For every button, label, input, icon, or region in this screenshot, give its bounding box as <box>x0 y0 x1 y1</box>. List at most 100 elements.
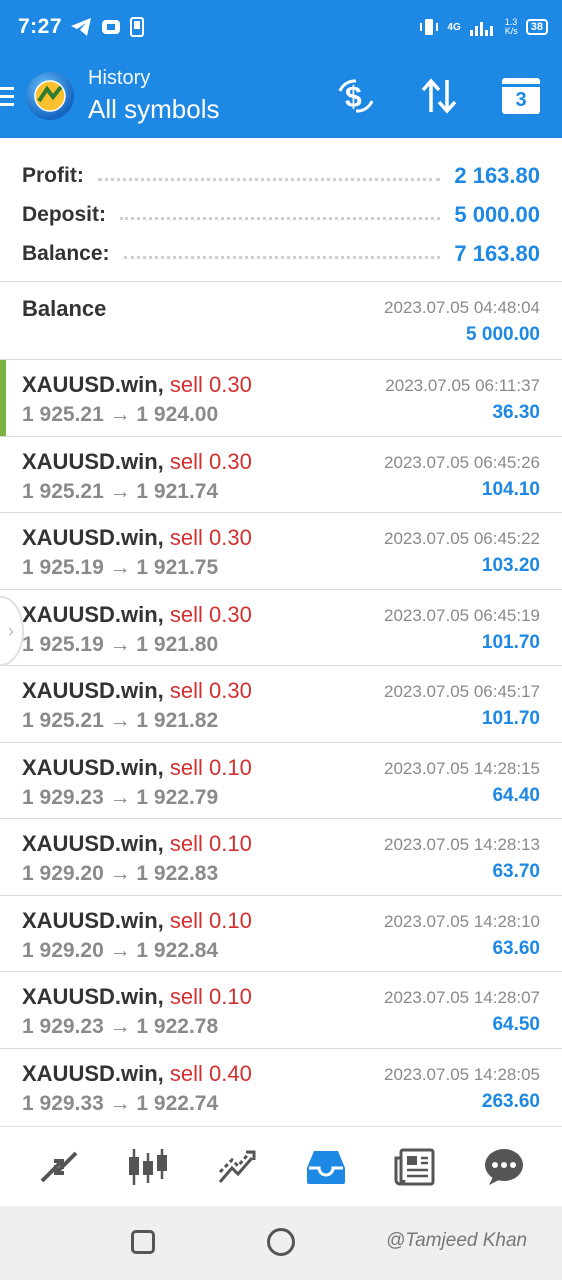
deposit-label: Deposit: <box>22 202 106 226</box>
selected-marker <box>0 360 6 436</box>
news-icon <box>394 1148 434 1185</box>
home-button[interactable] <box>267 1228 295 1256</box>
trade-date: 2023.07.05 14:28:15 <box>384 758 540 778</box>
trade-row[interactable]: XAUUSD.win, sell 0.10 1 929.23 → 1 922.7… <box>0 972 562 1049</box>
trade-date: 2023.07.05 06:45:17 <box>384 682 540 701</box>
balance-label: Balance: <box>22 241 110 265</box>
trade-date: 2023.07.05 14:28:10 <box>384 911 540 931</box>
header-titles: History All symbols <box>88 67 219 125</box>
trade-row[interactable]: XAUUSD.win, sell 0.30 1 925.21 → 1 924.0… <box>0 360 562 437</box>
trade-date: 2023.07.05 06:45:22 <box>384 529 540 548</box>
trade-side: sell 0.30 <box>169 448 252 474</box>
balance-entry-amount: 5 000.00 <box>466 324 540 345</box>
nav-trade[interactable] <box>207 1137 267 1197</box>
nav-quotes[interactable] <box>29 1137 89 1197</box>
trade-prices: 1 929.33 → 1 922.74 <box>22 1091 219 1115</box>
trade-row[interactable]: XAUUSD.win, sell 0.30 1 925.19 → 1 921.8… <box>0 590 562 666</box>
chevron-right-icon: › <box>8 620 14 641</box>
status-bar: 7:27 4G 1.3 K/s 38 <box>0 0 562 54</box>
balance-dots <box>123 256 441 259</box>
trade-prices: 1 929.23 → 1 922.78 <box>22 1015 219 1038</box>
trade-symbol: XAUUSD.win, <box>22 754 164 780</box>
trade-side: sell 0.10 <box>169 831 252 856</box>
history-list: Balance 2023.07.05 04:48:04 5 000.00 XAU… <box>0 282 562 1125</box>
trade-row[interactable]: XAUUSD.win, sell 0.30 1 925.21 → 1 921.7… <box>0 437 562 513</box>
trade-symbol: XAUUSD.win, <box>22 601 164 627</box>
trade-date: 2023.07.05 14:28:13 <box>384 835 540 854</box>
metatrader-logo-icon <box>34 80 66 112</box>
recents-button[interactable] <box>131 1230 155 1254</box>
battery-indicator: 38 <box>525 19 548 35</box>
trade-side: sell 0.30 <box>169 678 252 703</box>
nav-chart[interactable] <box>118 1137 178 1197</box>
telegram-icon <box>71 18 92 36</box>
trade-row[interactable]: XAUUSD.win, sell 0.10 1 929.20 → 1 922.8… <box>0 819 562 896</box>
status-time: 7:27 <box>18 15 63 38</box>
trade-symbol: XAUUSD.win, <box>22 831 164 856</box>
trade-profit: 103.20 <box>481 555 540 576</box>
trade-date: 2023.07.05 06:45:19 <box>384 605 540 625</box>
trade-row[interactable]: XAUUSD.win, sell 0.10 1 929.23 → 1 922.7… <box>0 743 562 819</box>
status-left-icons <box>70 17 145 37</box>
menu-icon[interactable] <box>0 86 16 106</box>
network-type: 4G <box>447 21 461 33</box>
trade-symbol: XAUUSD.win, <box>22 1060 164 1086</box>
calendar-day: 3 <box>515 89 527 111</box>
header-subtitle: History <box>88 67 151 89</box>
chart-icon <box>128 1148 167 1185</box>
header-title[interactable]: All symbols <box>88 94 219 125</box>
profit-dots <box>97 178 441 181</box>
trade-symbol: XAUUSD.win, <box>22 678 164 703</box>
app-notification-icon <box>102 20 121 34</box>
nav-history[interactable] <box>296 1137 356 1197</box>
balance-entry[interactable]: Balance 2023.07.05 04:48:04 5 000.00 <box>0 282 562 360</box>
trade-symbol: XAUUSD.win, <box>22 448 164 474</box>
account-summary: Profit: 2 163.80 Deposit: 5 000.00 Balan… <box>0 138 562 282</box>
app-logo <box>26 72 74 120</box>
trade-side: sell 0.10 <box>169 754 252 780</box>
trade-side: sell 0.10 <box>169 984 252 1009</box>
trade-row[interactable]: XAUUSD.win, sell 0.30 1 925.21 → 1 921.8… <box>0 666 562 743</box>
trade-profit: 101.70 <box>481 631 540 653</box>
profit-value: 2 163.80 <box>454 162 540 188</box>
trade-profit: 64.50 <box>492 1014 540 1035</box>
nav-chat[interactable] <box>474 1137 534 1197</box>
trade-profit: 64.40 <box>492 784 540 806</box>
trade-profit: 101.70 <box>481 708 540 729</box>
trade-row[interactable]: XAUUSD.win, sell 0.40 1 929.33 → 1 922.7… <box>0 1049 562 1126</box>
trade-symbol: XAUUSD.win, <box>22 372 164 397</box>
trade-row[interactable]: XAUUSD.win, sell 0.10 1 929.20 → 1 922.8… <box>0 896 562 972</box>
trade-side: sell 0.30 <box>169 372 252 397</box>
profit-label: Profit: <box>22 163 84 187</box>
balance-value: 7 163.80 <box>454 240 540 266</box>
nav-news[interactable] <box>385 1137 445 1197</box>
trade-prices: 1 925.21 → 1 921.82 <box>22 709 219 732</box>
watermark: @Tamjeed Khan <box>386 1230 528 1251</box>
trade-side: sell 0.30 <box>169 601 252 627</box>
trade-date: 2023.07.05 06:11:37 <box>385 376 540 395</box>
trade-side: sell 0.10 <box>169 907 252 933</box>
net-speed: 1.3 K/s <box>504 17 518 36</box>
deposit-value: 5 000.00 <box>454 201 540 227</box>
status-right-icons: 4G 1.3 K/s 38 <box>419 18 548 36</box>
trade-date: 2023.07.05 06:45:26 <box>384 452 540 472</box>
trade-profit: 36.30 <box>492 402 540 423</box>
calendar-icon[interactable]: 3 <box>502 78 540 114</box>
app-bar: History All symbols $ 3 <box>0 54 562 138</box>
trade-symbol: XAUUSD.win, <box>22 907 164 933</box>
quotes-icon <box>40 1151 77 1182</box>
balance-row: Balance: 7 163.80 <box>22 234 540 273</box>
signal-icon <box>469 22 493 36</box>
phone-icon <box>130 17 145 37</box>
trade-row[interactable]: XAUUSD.win, sell 0.30 1 925.19 → 1 921.7… <box>0 513 562 590</box>
deposit-withdraw-icon[interactable]: $ <box>336 77 376 115</box>
history-icon <box>306 1150 345 1184</box>
trade-profit: 63.60 <box>492 937 540 959</box>
vibrate-icon <box>420 19 439 35</box>
chat-icon <box>484 1148 523 1185</box>
trade-date: 2023.07.05 14:28:05 <box>384 1064 540 1084</box>
sort-icon[interactable] <box>420 78 458 114</box>
trade-symbol: XAUUSD.win, <box>22 525 164 550</box>
bottom-nav <box>0 1126 562 1206</box>
trade-date: 2023.07.05 14:28:07 <box>384 988 540 1007</box>
